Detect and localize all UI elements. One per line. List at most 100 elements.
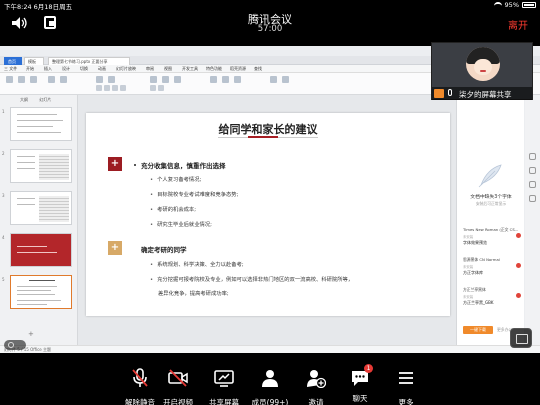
section-1-heading[interactable]: 充分收集信息，慎重作出选择 [141,160,226,170]
font-status: 未安装 [463,295,474,299]
mic-icon [448,89,452,96]
feather-pen-icon [478,164,502,188]
section-1-bullet[interactable]: 目标院校专业考试难度和竞争态势; [150,190,238,198]
section-1-bullet[interactable]: 考研的机会成本; [150,205,196,213]
window-switch-button[interactable] [510,328,532,348]
meeting-toolbar: 解除静音 开启视频 共享屏幕 成员(99+) 邀请 1 聊天 更多 [0,362,540,405]
members-icon [262,370,278,387]
find-icon[interactable] [270,76,277,83]
arrange-icon[interactable] [234,76,241,83]
slide-thumbnail[interactable] [10,191,72,225]
menu-animation[interactable]: 动画 [98,66,106,72]
section-1-bullet[interactable]: 研究生毕业后就业情况; [150,220,212,228]
animation-icon[interactable] [529,167,536,174]
menu-view[interactable]: 视图 [164,66,172,72]
install-fonts-button[interactable]: 一键下载 [463,326,493,334]
align-center-icon[interactable] [162,76,169,83]
section-2-bullet[interactable]: 差异化竞争，提高考研成功率; [158,289,229,297]
strike-icon[interactable] [120,85,126,91]
slide-canvas: 给同学和家长的建议 + 充分收集信息，慎重作出选择 个人复习备考情况; 目标院校… [78,95,456,345]
layout-icon[interactable] [60,76,67,83]
replace-icon[interactable] [282,76,289,83]
font-family-icon[interactable] [96,76,103,83]
slide-thumbnail[interactable] [10,233,72,267]
textbox-icon[interactable] [210,76,217,83]
meeting-timer: 57:00 [257,24,283,34]
help-icon[interactable] [529,195,536,202]
section-2-heading[interactable]: 确定考研的同学 [141,244,187,254]
menu-slideshow[interactable]: 幻灯片放映 [116,66,136,72]
remove-font-icon[interactable] [516,233,521,238]
settings-icon [8,342,14,348]
missing-fonts-header: 文档中缺失3个字体 [470,195,512,200]
menu-insert[interactable]: 插入 [44,66,52,72]
camera-off-icon [168,369,188,387]
mic-muted-icon [132,368,148,387]
thumbnail-tabs: 大纲 幻灯片 [20,97,61,103]
thumb-number: 1 [2,109,5,114]
menu-start[interactable]: 开始 [26,66,34,72]
menu-developer[interactable]: 开发工具 [182,66,198,72]
tab-slides[interactable]: 幻灯片 [39,97,51,102]
thumb-number: 5 [2,277,5,282]
tab-templates[interactable]: 模板 [24,57,44,65]
font-size-icon[interactable] [108,76,115,83]
add-slide-icon[interactable]: + [28,330,34,338]
section-2-bullet[interactable]: 系统规划、科学决策、全力以赴备考; [150,260,244,268]
numbering-icon[interactable] [158,85,164,91]
font-name: Times New Roman (正文 CS... [463,227,519,232]
remove-font-icon[interactable] [516,263,521,268]
menu-transition[interactable]: 切换 [80,66,88,72]
left-float-control[interactable] [4,340,26,350]
menu-search[interactable]: 查找 [254,66,262,72]
bold-icon[interactable] [96,85,102,91]
tab-home[interactable]: 首页 [4,57,22,65]
font-list-item[interactable]: 方正兰亭黑体 未安装 方正兰亭黑_GBK [463,287,521,305]
slide-thumbnail[interactable] [10,149,72,183]
wifi-icon [493,2,502,8]
section-2-bullet[interactable]: 充分挖掘可报考院校及专业，例如可以选择非热门地区的双一流高校、科研院所等， [150,275,353,283]
menu-file[interactable]: 三 文件 [4,66,17,72]
editor-status-bar: 幻灯片 5 / 15 Office 主题 [0,345,540,353]
window-icon [516,334,528,344]
cut-icon[interactable] [18,76,25,83]
participant-video-tile[interactable]: 柒夕的屏幕共享 [431,42,533,100]
new-slide-icon[interactable] [48,76,55,83]
chat-icon-wrap: 1 [350,364,373,388]
thumb-number: 2 [2,151,5,156]
tab-outline[interactable]: 大纲 [20,97,28,102]
user-icon [434,89,444,98]
leave-button[interactable]: 离开 [508,17,528,32]
font-status: 未安装 [463,265,474,269]
section-1-dot [134,164,136,166]
remove-font-icon[interactable] [516,293,521,298]
property-icon[interactable] [529,153,536,160]
more-button[interactable]: 更多 [376,368,436,405]
menu-design[interactable]: 设计 [62,66,70,72]
underline-icon[interactable] [112,85,118,91]
slide-title[interactable]: 给同学和家长的建议 [86,121,450,137]
bullets-icon[interactable] [150,85,156,91]
italic-icon[interactable] [104,85,110,91]
slide[interactable]: 给同学和家长的建议 + 充分收集信息，慎重作出选择 个人复习备考情况; 目标院校… [86,113,450,316]
slide-thumbnail-selected[interactable] [10,275,72,309]
font-list-item[interactable]: Times New Roman (正文 CS... 未安装 字体效果预览 [463,227,521,245]
font-list-item[interactable]: 思源黑体 CN Normal 未安装 方正字体库 [463,257,521,275]
slide-thumbnail[interactable] [10,107,72,141]
menu-special[interactable]: 特色功能 [206,66,222,72]
section-1-bullet[interactable]: 个人复习备考情况; [150,175,201,183]
font-icon[interactable] [529,181,536,188]
status-bar: 下午8:24 6月18日周五 95% [0,0,540,11]
menu-review[interactable]: 审阅 [146,66,154,72]
font-sample: 方正兰亭黑_GBK [463,300,494,305]
menu-resources[interactable]: 稻壳资源 [230,66,246,72]
copy-icon[interactable] [30,76,37,83]
section-1-marker: + [108,157,122,171]
font-name: 方正兰亭黑体 [463,287,486,292]
paste-icon[interactable] [6,76,13,83]
tab-document[interactable]: 整理第七节练习.pptx 正要分享 [48,57,130,65]
missing-fonts-panel: 文档中缺失3个字体 安装后可正常显示 Times New Roman (正文 C… [456,95,524,345]
align-left-icon[interactable] [150,76,157,83]
shape-icon[interactable] [222,76,229,83]
align-right-icon[interactable] [174,76,181,83]
